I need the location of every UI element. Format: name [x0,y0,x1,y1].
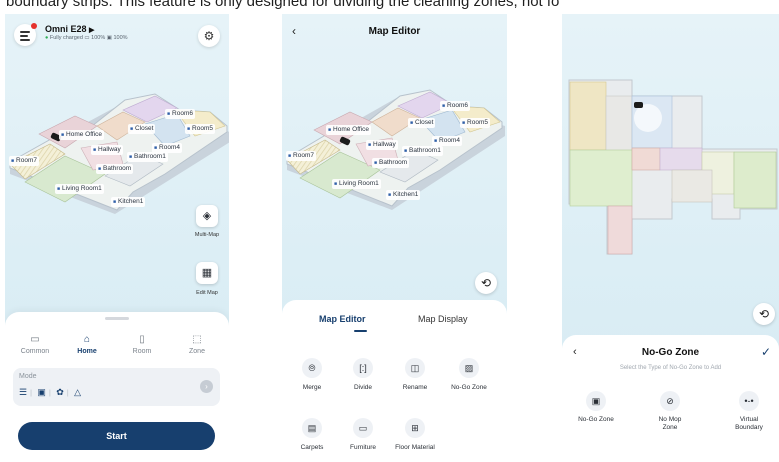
confirm-check-icon[interactable]: ✓ [761,345,771,359]
no-go-zone-sheet: ‹ No-Go Zone ✓ Select the Type of No-Go … [562,335,779,462]
room-label[interactable]: Bathroom [96,164,134,174]
charge-status: Fully charged [49,35,83,41]
editor-sheet: Map Editor Map Display ⦾ Merge [:] Divid… [282,300,507,462]
sofa-icon: ▭ [353,418,373,438]
chevron-right-icon[interactable]: › [200,380,213,393]
status-dot-icon: ● [45,35,49,41]
carpets-tool[interactable]: ▤ Carpets [288,418,336,451]
room-label[interactable]: Room7 [286,151,316,161]
tab-home[interactable]: ⌂ Home [64,334,110,355]
merge-icon: ⦾ [302,358,322,378]
room-label[interactable]: Room6 [440,101,470,111]
device-status: ● Fully charged ▭ 100% ▣ 100% [45,35,128,41]
sheet-title: No-Go Zone [641,347,700,358]
floor-plan-2d[interactable] [562,14,779,335]
room-label[interactable]: Room5 [460,118,490,128]
room-label[interactable]: Living Room1 [332,179,381,189]
edit-map-button[interactable]: ▦ [196,262,218,284]
furniture-tool[interactable]: ▭ Furniture [339,418,387,451]
tab-zone[interactable]: ⬚ Zone [174,334,220,355]
rotate-map-button[interactable]: ⟲ [475,272,497,294]
gear-icon: ⚙ [203,29,215,43]
settings-button[interactable]: ⚙ [198,25,220,47]
no-mop-zone-option[interactable]: ⊘ No Mop Zone [642,391,698,432]
mode-label: Mode [19,373,37,380]
menu-icon [20,31,30,33]
no-go-zone-option[interactable]: ▣ No-Go Zone [568,391,624,424]
boundary-line-icon: •-• [739,391,759,411]
zone-icon: ⬚ [192,334,202,345]
floor-material-icon: ⊞ [405,418,425,438]
notification-dot [31,23,37,29]
suction-icon: ▣ [37,387,46,397]
room-label[interactable]: Room7 [9,156,39,166]
multi-map-button[interactable]: ◈ [196,205,218,227]
page-title: Map Editor [368,26,421,37]
virtual-boundary-option[interactable]: •-• Virtual Boundary [721,391,777,432]
room-label[interactable]: Bathroom [372,158,410,168]
merge-tool[interactable]: ⦾ Merge [288,358,336,391]
map-editor-screen: Room6 Home Office Closet Room5 Hallway R… [282,14,507,462]
room-label[interactable]: Bathroom1 [127,152,168,162]
tab-map-display[interactable]: Map Display [418,314,468,324]
room-label[interactable]: Bathroom1 [402,146,443,156]
room-label[interactable]: Room5 [185,124,215,134]
sheet-handle[interactable] [105,317,129,320]
map-icon: ▦ [201,267,213,279]
home-screen: Home Office Closet Room6 Room5 Hallway R… [5,14,229,462]
sheet-subtitle: Select the Type of No-Go Zone to Add [619,365,722,371]
mode-selector[interactable]: Mode ☰ | ▣ | ✿ | △ › [13,368,220,406]
no-mop-icon: ⊘ [660,391,680,411]
rename-icon: ◫ [405,358,425,378]
control-sheet: ▭ Common ⌂ Home ▯ Room ⬚ Zone Mode ☰ | ▣ |… [5,312,229,462]
rotate-map-button[interactable]: ⟲ [753,303,775,325]
battery-level: ▭ 100% [84,35,106,41]
layers-icon: ◈ [202,210,212,222]
room-label[interactable]: Kitchen1 [386,190,421,200]
common-icon: ▭ [30,334,40,345]
edit-map-label: Edit Map [196,290,218,296]
room-label[interactable]: Home Office [59,130,105,140]
room-label[interactable]: Hallway [91,145,123,155]
water-flow-icon: ✿ [56,387,64,397]
no-go-zone-screen: ⟲ ‹ No-Go Zone ✓ Select the Type of No-G… [562,14,779,462]
rotate-icon: ⟲ [758,307,770,321]
multi-map-label: Multi-Map [194,232,220,238]
room-label[interactable]: Home Office [326,125,372,135]
route-icon: △ [74,387,82,397]
room-label[interactable]: Kitchen1 [111,197,146,207]
rotate-icon: ⟲ [480,276,492,290]
room-label[interactable]: Closet [128,124,156,134]
room-icon: ▯ [139,334,145,345]
vacuum-mop-icon: ☰ [19,387,28,397]
divide-icon: [:] [353,358,373,378]
device-name[interactable]: Omni E28 ▶ [45,24,94,34]
mode-icons: ☰ | ▣ | ✿ | △ [19,387,82,397]
room-label[interactable]: Living Room1 [55,184,104,194]
divide-tool[interactable]: [:] Divide [339,358,387,391]
rename-tool[interactable]: ◫ Rename [391,358,439,391]
tab-map-editor[interactable]: Map Editor [319,314,366,324]
home-icon: ⌂ [83,334,91,345]
room-label[interactable]: Hallway [366,140,398,150]
water-level: ▣ 100% [106,35,128,41]
carpet-icon: ▤ [302,418,322,438]
room-label[interactable]: Room4 [432,136,462,146]
chevron-right-icon: ▶ [89,27,95,34]
caption-text: boundary strips. This feature is only de… [6,0,560,10]
no-go-zone-icon: ▣ [586,391,606,411]
active-tab-indicator [354,330,367,332]
start-button[interactable]: Start [18,422,215,450]
no-go-zone-tool[interactable]: ▨ No-Go Zone [445,358,493,391]
room-label[interactable]: Closet [408,118,436,128]
floor-material-tool[interactable]: ⊞ Floor Material [391,418,439,451]
room-label[interactable]: Room6 [165,109,195,119]
tab-common[interactable]: ▭ Common [12,334,58,355]
no-go-zone-icon: ▨ [459,358,479,378]
tab-room[interactable]: ▯ Room [119,334,165,355]
